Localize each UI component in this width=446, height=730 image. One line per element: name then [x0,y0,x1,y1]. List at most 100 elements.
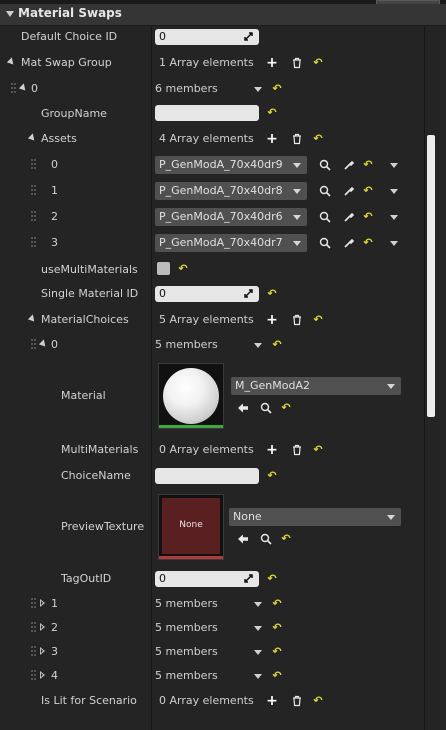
magnifier-icon[interactable] [319,237,331,249]
drag-handle-icon[interactable] [31,598,37,610]
magnifier-icon[interactable] [260,533,272,545]
chevron-down-icon[interactable] [390,241,398,246]
expand-arrow-icon[interactable] [27,133,38,143]
asset-combo[interactable]: P_GenModA_70x40dr8 [155,182,307,200]
section-header-material-swaps[interactable]: Material Swaps [0,4,446,26]
eyedropper-icon[interactable] [343,237,355,249]
material-thumbnail[interactable] [158,363,224,429]
collapsed-arrow-icon[interactable] [40,599,45,607]
drag-handle-icon[interactable] [11,83,17,95]
reset-arrow-icon[interactable]: ↶ [271,598,283,610]
reset-arrow-icon[interactable]: ↶ [312,444,324,456]
chevron-down-icon[interactable] [254,87,262,92]
single-material-id-input[interactable]: 0 [155,286,259,302]
chevron-down-icon[interactable] [390,189,398,194]
chevron-down-icon [387,515,395,520]
collapsed-arrow-icon[interactable] [40,647,45,655]
expand-arrow-icon[interactable] [6,11,14,17]
drag-handle-icon[interactable] [31,622,37,634]
reset-arrow-icon[interactable]: ↶ [271,339,283,351]
choice-name-input[interactable] [155,468,259,484]
magnifier-icon[interactable] [319,185,331,197]
magnifier-icon[interactable] [319,159,331,171]
reset-arrow-icon[interactable]: ↶ [271,83,283,95]
expand-arrow-icon[interactable] [6,57,17,67]
drag-handle-icon[interactable] [31,159,37,171]
magnifier-icon[interactable] [319,211,331,223]
reset-arrow-icon[interactable]: ↶ [271,646,283,658]
plus-icon[interactable]: + [266,56,278,70]
reset-arrow-icon[interactable]: ↶ [280,533,292,545]
trash-icon[interactable] [291,695,303,707]
chevron-down-icon[interactable] [254,602,262,607]
drag-handle-icon[interactable] [31,646,37,658]
preview-texture-thumbnail[interactable]: None [158,494,224,560]
chevron-down-icon[interactable] [254,674,262,679]
group-name-input[interactable] [155,105,259,121]
reset-arrow-icon[interactable]: ↶ [312,695,324,707]
chevron-down-icon[interactable] [254,343,262,348]
reset-arrow-icon[interactable]: ↶ [266,573,278,585]
collapsed-arrow-icon[interactable] [40,671,45,679]
tag-out-id-input[interactable]: 0 [155,571,259,587]
chevron-down-icon[interactable] [254,626,262,631]
plus-icon[interactable]: + [266,443,278,457]
material-type-bar [159,425,223,428]
drag-handle-icon[interactable] [31,185,37,197]
trash-icon[interactable] [291,444,303,456]
row-choice-1: 1 5 members ↶ [0,595,424,613]
eyedropper-icon[interactable] [343,159,355,171]
chevron-down-icon[interactable] [390,215,398,220]
eyedropper-icon[interactable] [343,185,355,197]
asset-combo[interactable]: P_GenModA_70x40dr9 [155,156,307,174]
reset-arrow-icon[interactable]: ↶ [266,470,278,482]
use-multi-materials-checkbox[interactable] [157,262,170,275]
trash-icon[interactable] [291,133,303,145]
reset-arrow-icon[interactable]: ↶ [280,402,292,414]
drag-handle-icon[interactable] [31,237,37,249]
reset-arrow-icon[interactable]: ↶ [362,185,374,197]
reset-arrow-icon[interactable]: ↶ [266,288,278,300]
mat-swap-group-count: 1 Array elements [159,56,254,69]
reset-arrow-icon[interactable]: ↶ [312,133,324,145]
drag-handle-icon[interactable] [31,211,37,223]
choice-index: 1 [51,597,58,610]
drag-handle-icon[interactable] [31,339,37,351]
collapsed-arrow-icon[interactable] [40,623,45,631]
reset-arrow-icon[interactable]: ↶ [362,237,374,249]
default-choice-id-input[interactable]: 0 [155,29,259,45]
asset-combo[interactable]: P_GenModA_70x40dr6 [155,208,307,226]
plus-icon[interactable]: + [266,694,278,708]
row-multi-materials: MultiMaterials 0 Array elements + ↶ [0,441,424,459]
trash-icon[interactable] [291,57,303,69]
scrollbar[interactable] [427,135,435,417]
reset-arrow-icon[interactable]: ↶ [271,622,283,634]
left-arrow-icon[interactable] [237,402,249,414]
chevron-down-icon [387,384,395,389]
expand-arrow-icon[interactable] [27,314,38,324]
asset-combo[interactable]: P_GenModA_70x40dr7 [155,234,307,252]
reset-arrow-icon[interactable]: ↶ [312,57,324,69]
eyedropper-icon[interactable] [343,211,355,223]
assets-count: 4 Array elements [159,132,254,145]
chevron-down-icon[interactable] [390,163,398,168]
material-combo[interactable]: M_GenModA2 [231,377,401,395]
chevron-down-icon[interactable] [254,650,262,655]
drag-handle-icon[interactable] [31,670,37,682]
magnifier-icon[interactable] [260,402,272,414]
reset-arrow-icon[interactable]: ↶ [271,670,283,682]
reset-arrow-icon[interactable]: ↶ [362,211,374,223]
expand-arrow-icon[interactable] [38,339,49,349]
expand-arrow-icon[interactable] [18,83,29,93]
row-asset-3: 3 P_GenModA_70x40dr7 ↶ [0,233,424,253]
reset-arrow-icon[interactable]: ↶ [266,107,278,119]
plus-icon[interactable]: + [266,132,278,146]
left-arrow-icon[interactable] [237,533,249,545]
reset-arrow-icon[interactable]: ↶ [362,159,374,171]
preview-texture-combo[interactable]: None [229,508,401,526]
group-name-label: GroupName [41,107,107,120]
plus-icon[interactable]: + [266,313,278,327]
reset-arrow-icon[interactable]: ↶ [312,314,324,326]
trash-icon[interactable] [291,314,303,326]
reset-arrow-icon[interactable]: ↶ [177,263,189,275]
